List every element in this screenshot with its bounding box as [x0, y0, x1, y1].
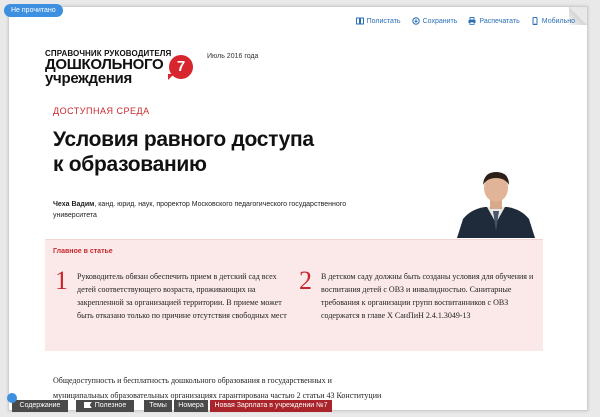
- useful-tab[interactable]: Полезное: [76, 400, 134, 412]
- save-button[interactable]: Сохранить: [411, 17, 458, 25]
- issues-tab[interactable]: Номера: [174, 400, 208, 412]
- unread-status-badge[interactable]: Не прочитано: [4, 4, 63, 17]
- highlight-text: В детском саду должны быть созданы услов…: [321, 272, 534, 320]
- issue-number-badge: 7: [169, 55, 193, 79]
- browse-button[interactable]: Полистать: [355, 17, 401, 25]
- browse-label: Полистать: [366, 17, 401, 25]
- print-icon: [468, 17, 476, 25]
- new-issue-tab[interactable]: Новая Зарплата в учреждении №7: [210, 400, 332, 412]
- author-photo: [453, 161, 539, 238]
- info-icon[interactable]: [7, 393, 17, 403]
- save-icon: [411, 17, 420, 25]
- bottom-navigation: Содержание Полезное Темы Номера Новая За…: [0, 400, 600, 412]
- mobile-button[interactable]: Мобильно: [531, 17, 575, 25]
- article-title: Условия равного доступа к образованию: [53, 127, 413, 177]
- contents-tab[interactable]: Содержание: [12, 400, 68, 412]
- article-body: Общедоступность и бесплатность дошкольно…: [53, 376, 382, 400]
- magazine-logo: СПРАВОЧНИК РУКОВОДИТЕЛЯ ДОШКОЛЬНОГО учре…: [45, 49, 195, 89]
- print-button[interactable]: Распечатать: [468, 17, 520, 25]
- flag-icon: [83, 402, 92, 408]
- article-page: Полистать Сохранить Распечатать Мобильно…: [8, 6, 588, 411]
- book-icon: [355, 17, 364, 25]
- author-description: , канд. юрид. наук, проректор Московског…: [53, 201, 347, 219]
- save-label: Сохранить: [422, 17, 458, 25]
- highlights-heading: Главное в статье: [53, 248, 113, 255]
- page: Полистать Сохранить Распечатать Мобильно…: [0, 0, 600, 417]
- article-toolbar: Полистать Сохранить Распечатать Мобильно: [355, 17, 575, 25]
- author-byline: Чеха Вадим, канд. юрид. наук, проректор …: [53, 199, 373, 221]
- section-tag[interactable]: ДОСТУПНАЯ СРЕДА: [53, 106, 150, 116]
- title-line-1: Условия равного доступа: [53, 128, 314, 151]
- highlight-text: Руководитель обязан обеспечить прием в д…: [77, 272, 287, 320]
- highlight-number: 2: [299, 266, 312, 295]
- title-line-2: к образованию: [53, 153, 207, 176]
- issue-date: Июль 2016 года: [207, 53, 259, 60]
- mobile-icon: [532, 17, 538, 25]
- mobile-label: Мобильно: [541, 17, 575, 25]
- article-highlights: Главное в статье 1 Руководитель обязан о…: [45, 239, 543, 351]
- topics-tab[interactable]: Темы: [144, 400, 172, 412]
- author-name: Чеха Вадим: [53, 201, 95, 208]
- print-label: Распечатать: [479, 17, 520, 25]
- highlight-number: 1: [55, 266, 68, 295]
- useful-tab-label: Полезное: [94, 402, 127, 409]
